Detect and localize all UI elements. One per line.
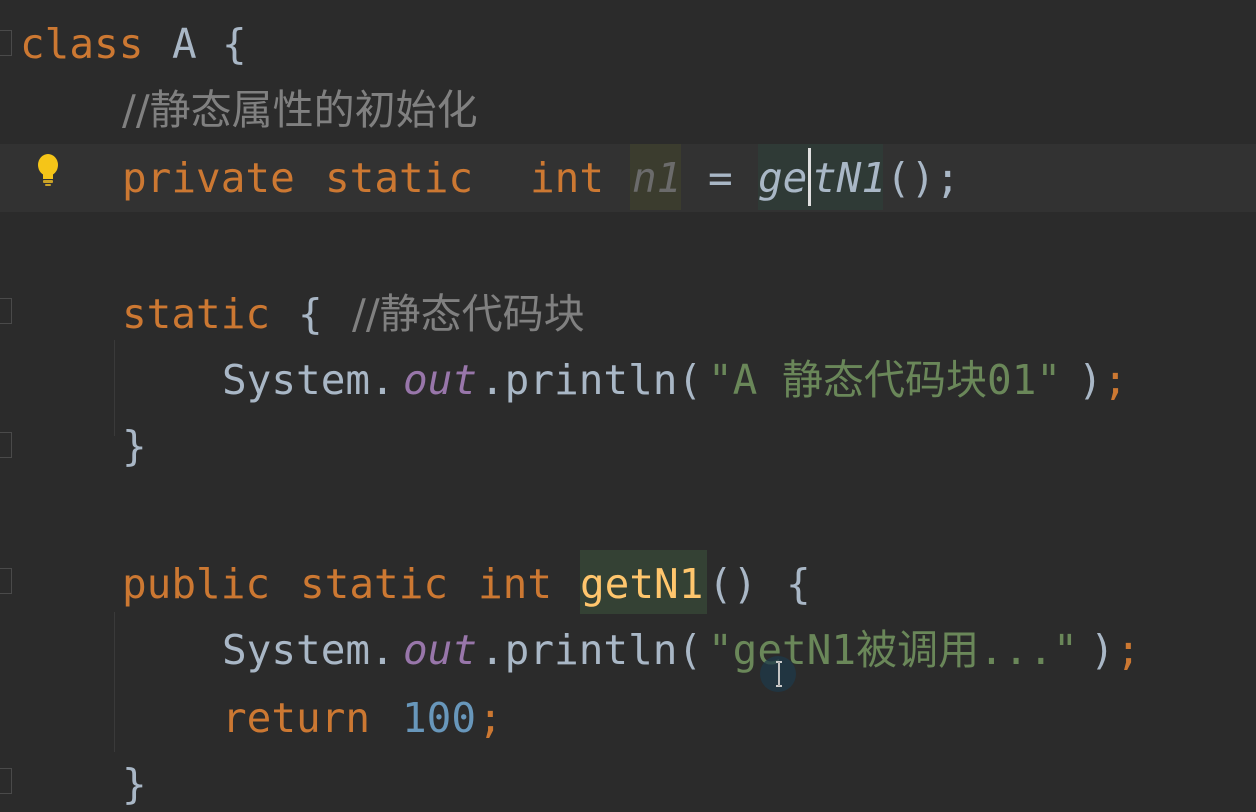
call-parens: ();: [886, 154, 961, 202]
keyword-class: class: [20, 20, 144, 68]
code-line[interactable]: public static int getN1 () {: [0, 550, 1256, 618]
code-line-current[interactable]: private static int n1 = ge tN1 ();: [0, 144, 1256, 212]
brace: {: [222, 20, 247, 68]
keyword-static: static: [122, 290, 271, 338]
method-call-part: tN1: [812, 154, 887, 202]
method-call-part: ge: [758, 154, 808, 202]
static-field-out: out: [403, 626, 478, 674]
code-line[interactable]: return 100 ;: [0, 684, 1256, 752]
class-ref: System.: [222, 626, 395, 674]
brace: }: [122, 760, 147, 808]
method-call: .println(: [480, 626, 703, 674]
keyword-return: return: [222, 694, 371, 742]
assign-operator: =: [708, 154, 733, 202]
code-line[interactable]: class A {: [0, 10, 1256, 78]
code-line[interactable]: System. out .println( "getN1被调用..." ) ;: [0, 616, 1256, 684]
code-line[interactable]: System. out .println( "A 静态代码块01" ) ;: [0, 346, 1256, 414]
number-literal: 100: [402, 694, 477, 742]
code-line[interactable]: static { //静态代码块: [0, 280, 1256, 348]
semicolon: ;: [1116, 626, 1141, 674]
params: (): [708, 560, 758, 608]
semicolon: ;: [1103, 356, 1128, 404]
method-call: .println(: [480, 356, 703, 404]
class-name: A: [172, 20, 197, 68]
comment: //静态代码块: [352, 290, 585, 338]
method-name: getN1: [580, 560, 704, 608]
keyword-static: static: [325, 154, 474, 202]
code-line[interactable]: }: [0, 750, 1256, 812]
semicolon: ;: [478, 694, 503, 742]
paren: ): [1090, 626, 1115, 674]
code-line[interactable]: }: [0, 412, 1256, 480]
keyword-int: int: [530, 154, 605, 202]
static-field-out: out: [403, 356, 478, 404]
keyword-static: static: [300, 560, 449, 608]
brace: }: [122, 422, 147, 470]
brace: {: [298, 290, 323, 338]
keyword-private: private: [122, 154, 295, 202]
keyword-public: public: [122, 560, 271, 608]
string-literal: "A 静态代码块01": [708, 356, 1062, 404]
comment: //静态属性的初始化: [122, 86, 478, 134]
code-line[interactable]: //静态属性的初始化: [0, 76, 1256, 144]
code-editor[interactable]: class A { //静态属性的初始化 private static int …: [0, 0, 1256, 812]
field-name: n1: [632, 154, 682, 202]
paren: ): [1078, 356, 1103, 404]
text-cursor-icon: [760, 656, 796, 692]
brace: {: [786, 560, 811, 608]
lightbulb-icon[interactable]: [36, 153, 60, 189]
keyword-int: int: [478, 560, 553, 608]
text-caret: [808, 148, 811, 206]
class-ref: System.: [222, 356, 395, 404]
